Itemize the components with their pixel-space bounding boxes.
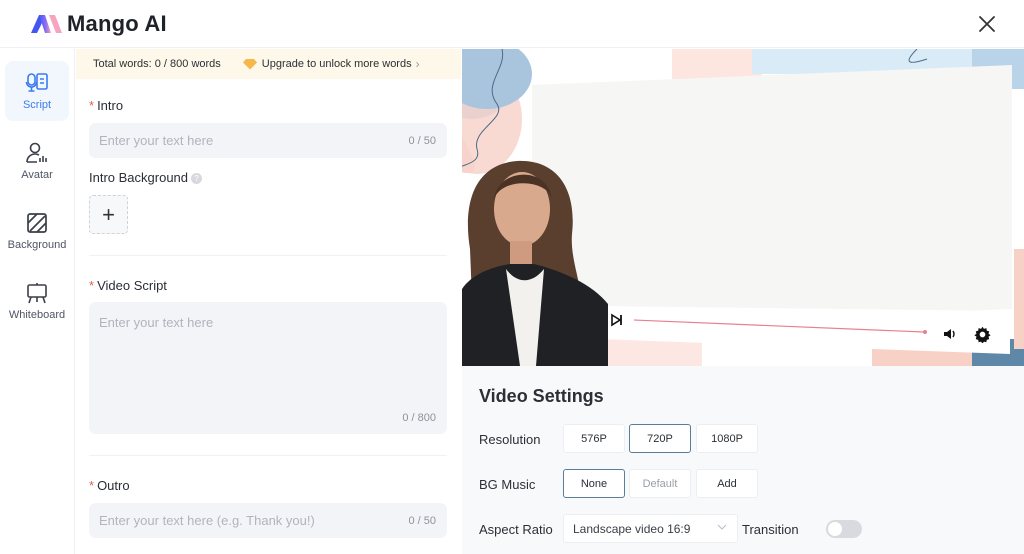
- video-script-placeholder: Enter your text here: [99, 315, 214, 330]
- word-count-bar: Total words: 0 / 800 words Upgrade to un…: [76, 49, 461, 79]
- intro-input[interactable]: Enter your text here 0 / 50: [89, 123, 447, 158]
- aspect-ratio-select[interactable]: Landscape video 16:9: [563, 514, 738, 543]
- total-words: Total words: 0 / 800 words: [93, 58, 221, 70]
- video-settings-panel: Video Settings Resolution 576P 720P 1080…: [462, 366, 1024, 554]
- close-icon: [979, 16, 995, 32]
- sidebar-item-label: Script: [22, 99, 52, 111]
- video-settings-title: Video Settings: [479, 386, 604, 406]
- video-script-input[interactable]: Enter your text here 0 / 800: [89, 302, 447, 434]
- bg-music-option-none[interactable]: None: [563, 469, 625, 498]
- transition-toggle[interactable]: [826, 520, 862, 538]
- whiteboard-icon: [27, 283, 47, 304]
- intro-background-label: Intro Background?: [89, 170, 203, 185]
- script-mic-icon: [25, 73, 48, 92]
- video-script-counter: 0 / 800: [402, 412, 436, 424]
- transition-label: Transition: [742, 522, 799, 537]
- logo: Mango AI: [30, 11, 167, 37]
- chevron-right-icon: ›: [415, 57, 420, 71]
- resolution-option-576p[interactable]: 576P: [563, 424, 625, 453]
- sidebar: Script Avatar Background Whiteboard: [0, 49, 75, 554]
- app-window: Mango AI Script Avatar Background Whiteb…: [0, 0, 1024, 554]
- resolution-option-1080p[interactable]: 1080P: [696, 424, 758, 453]
- intro-label: * Intro: [89, 98, 124, 113]
- gear-icon[interactable]: [974, 326, 991, 343]
- upgrade-text: Upgrade to unlock more words: [261, 58, 412, 70]
- divider: [89, 255, 447, 256]
- close-button[interactable]: [976, 13, 998, 35]
- resolution-label: Resolution: [479, 432, 541, 447]
- outro-label: * Outro: [89, 478, 130, 493]
- sidebar-item-background[interactable]: Background: [5, 201, 69, 261]
- sidebar-item-label: Background: [7, 239, 67, 251]
- progress-bar[interactable]: [632, 317, 932, 337]
- script-form-panel: Total words: 0 / 800 words Upgrade to un…: [76, 49, 461, 554]
- play-icon[interactable]: [610, 313, 624, 327]
- volume-icon[interactable]: [942, 326, 958, 342]
- sidebar-item-avatar[interactable]: Avatar: [5, 131, 69, 191]
- outro-counter: 0 / 50: [408, 514, 436, 527]
- intro-placeholder: Enter your text here: [99, 133, 214, 148]
- outro-placeholder: Enter your text here (e.g. Thank you!): [99, 513, 315, 528]
- mango-logo-icon: [31, 14, 62, 33]
- bg-music-option-default[interactable]: Default: [629, 469, 691, 498]
- sidebar-item-whiteboard[interactable]: Whiteboard: [5, 271, 69, 331]
- diamond-icon: [242, 59, 257, 70]
- header: Mango AI: [0, 0, 1024, 48]
- video-script-label: * Video Script: [89, 278, 167, 293]
- background-icon: [27, 213, 47, 233]
- app-name: Mango AI: [67, 10, 167, 36]
- help-icon[interactable]: ?: [191, 173, 203, 185]
- aspect-ratio-label: Aspect Ratio: [479, 522, 553, 537]
- outro-input[interactable]: Enter your text here (e.g. Thank you!) 0…: [89, 503, 447, 538]
- video-preview: [462, 49, 1024, 366]
- sidebar-item-script[interactable]: Script: [5, 61, 69, 121]
- sidebar-item-label: Whiteboard: [8, 309, 66, 321]
- aspect-ratio-value: Landscape video 16:9: [573, 521, 691, 536]
- resolution-option-720p[interactable]: 720P: [629, 424, 691, 453]
- intro-counter: 0 / 50: [408, 134, 436, 147]
- divider: [89, 455, 447, 456]
- chevron-down-icon: [717, 524, 727, 530]
- add-intro-background-button[interactable]: +: [89, 195, 128, 234]
- avatar-icon: [26, 142, 47, 163]
- bg-music-label: BG Music: [479, 477, 536, 492]
- toggle-knob: [828, 522, 842, 536]
- sidebar-item-label: Avatar: [21, 169, 53, 181]
- bg-music-option-add[interactable]: Add: [696, 469, 758, 498]
- upgrade-link[interactable]: Upgrade to unlock more words ›: [242, 57, 420, 71]
